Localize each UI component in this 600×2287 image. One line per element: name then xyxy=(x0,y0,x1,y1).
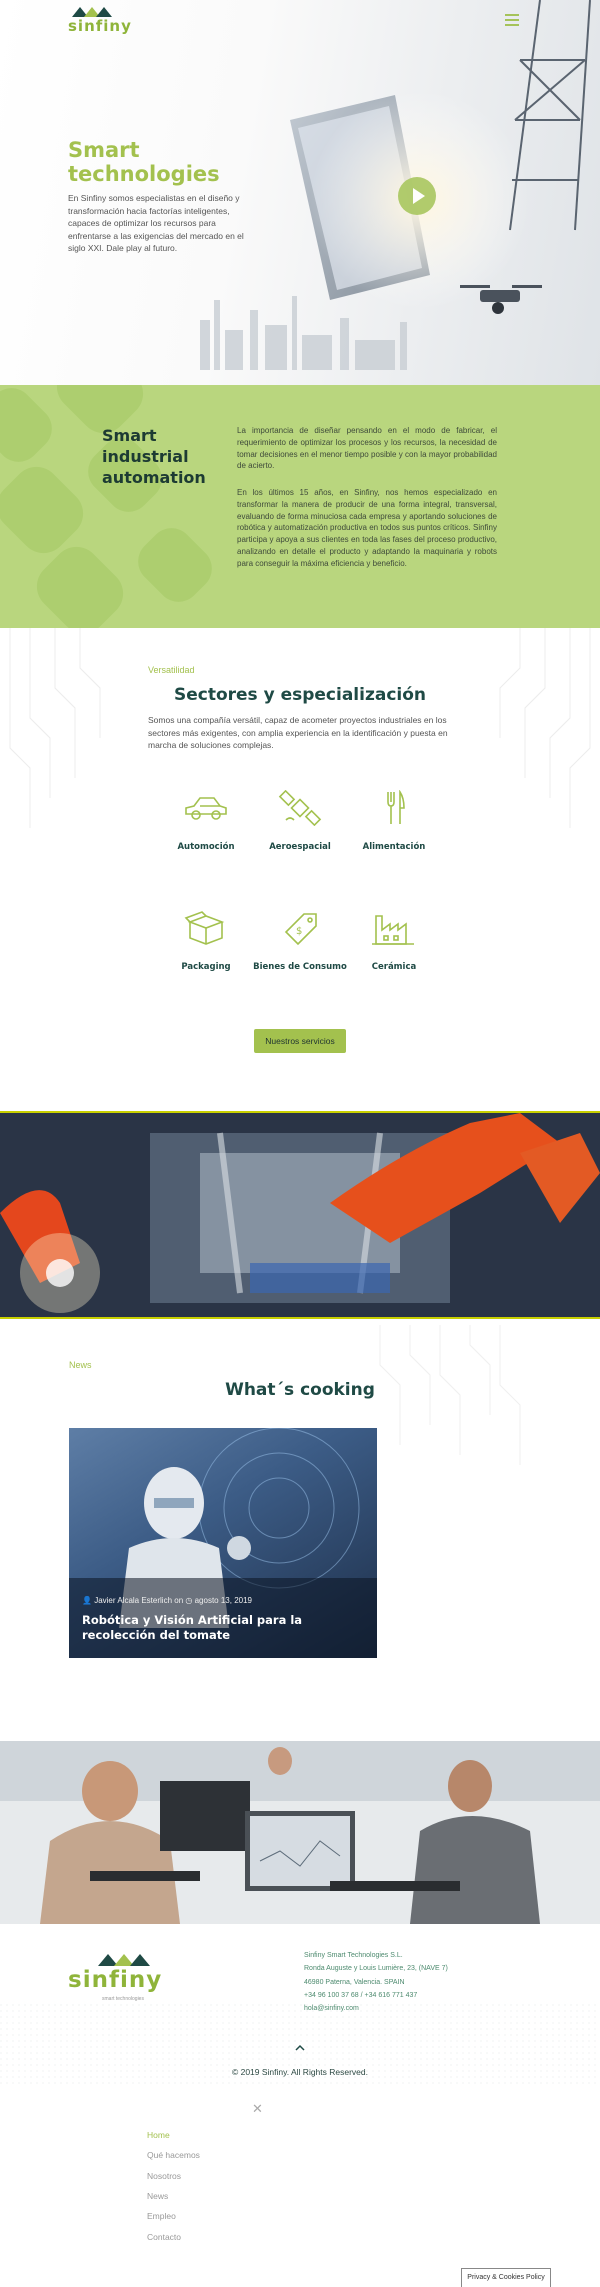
footer-logo-subtitle: smart technologies xyxy=(102,1996,144,2002)
sectors-description: Somos una compañía versátil, capaz de ac… xyxy=(148,715,448,750)
sectors-kicker: Versatilidad xyxy=(148,665,195,675)
sector-bienes-de-consumo[interactable]: $ Bienes de Consumo xyxy=(250,910,350,972)
company-name: Sinfiny Smart Technologies S.L. xyxy=(304,1952,403,1959)
menu-item-home[interactable]: Home xyxy=(147,2130,170,2140)
sectors-title: Sectores y especialización xyxy=(173,685,427,705)
news-card[interactable]: 👤 Javier Alcala Esterlich on ◷ agosto 13… xyxy=(69,1428,377,1658)
box-icon xyxy=(184,911,225,945)
menu-item-empleo[interactable]: Empleo xyxy=(147,2211,176,2221)
sector-automocion[interactable]: Automoción xyxy=(156,790,256,852)
cutlery-icon xyxy=(387,790,405,824)
menu-hamburger-icon[interactable] xyxy=(505,14,519,26)
sector-label: Aeroespacial xyxy=(269,842,331,852)
office-image xyxy=(0,1741,600,1924)
sector-alimentacion[interactable]: Alimentación xyxy=(344,790,444,852)
city-address: 46980 Paterna, Valencia. SPAIN xyxy=(304,1978,405,1986)
phone-numbers[interactable]: +34 96 100 37 68 / +34 616 771 437 xyxy=(304,1989,448,2002)
automation-title: Smart industrial automation xyxy=(102,426,206,487)
automation-paragraph-1: La importancia de diseñar pensando en el… xyxy=(237,426,497,471)
price-tag-icon: $ xyxy=(284,913,317,946)
news-title: What´s cooking xyxy=(225,1380,375,1400)
sector-label: Cerámica xyxy=(371,962,417,972)
decorative-tiles xyxy=(0,385,212,628)
hero-section: sinfiny Smart technologies En Sinfiny so… xyxy=(0,0,600,385)
footer-logo[interactable]: sinfiny smart technologies xyxy=(68,1952,178,2002)
sector-label: Automoción xyxy=(177,842,235,852)
news-meta: 👤 Javier Alcala Esterlich on ◷ agosto 13… xyxy=(82,1596,252,1605)
sector-label: Packaging xyxy=(181,962,231,972)
services-button[interactable]: Nuestros servicios xyxy=(254,1029,346,1053)
logo[interactable]: sinfiny xyxy=(68,5,148,35)
hero-title: Smart technologies xyxy=(68,138,220,186)
news-meta-on: on xyxy=(174,1596,184,1605)
scroll-to-top-icon[interactable] xyxy=(295,2044,305,2051)
menu-item-news[interactable]: News xyxy=(147,2191,168,2201)
sector-ceramica[interactable]: Cerámica xyxy=(344,910,444,972)
sector-aeroespacial[interactable]: Aeroespacial xyxy=(250,790,350,852)
footer-address: Sinfiny Smart Technologies S.L. Ronda Au… xyxy=(304,1949,448,2015)
logo-mark-icon xyxy=(72,7,112,17)
sector-label: Bienes de Consumo xyxy=(253,962,347,972)
email-link[interactable]: hola@sinfiny.com xyxy=(304,2002,448,2015)
news-date: agosto 13, 2019 xyxy=(194,1596,252,1605)
news-card-title[interactable]: Robótica y Visión Artificial para la rec… xyxy=(82,1613,372,1643)
sector-label: Alimentación xyxy=(362,842,426,852)
author-icon: 👤 xyxy=(82,1596,92,1605)
copyright: © 2019 Sinfiny. All Rights Reserved. xyxy=(231,2067,369,2077)
robot-arms-illustration xyxy=(0,1113,600,1317)
play-video-button[interactable] xyxy=(398,177,436,215)
svg-text:$: $ xyxy=(296,926,302,937)
hero-description: En Sinfiny somos especialistas en el dis… xyxy=(68,193,244,253)
footer-logo-text: sinfiny xyxy=(68,1967,163,1993)
cookie-policy-button[interactable]: Privacy & Cookies Policy xyxy=(461,2268,551,2287)
satellite-icon xyxy=(278,790,322,826)
logo-text: sinfiny xyxy=(68,17,132,35)
factory-icon xyxy=(372,915,414,945)
menu-item-que-hacemos[interactable]: Qué hacemos xyxy=(147,2150,200,2160)
menu-item-contacto[interactable]: Contacto xyxy=(147,2232,181,2242)
logo-mark-icon xyxy=(98,1954,150,1966)
street-address: Ronda Auguste y Louis Lumière, 23, (NAVE… xyxy=(304,1965,448,1973)
clock-icon: ◷ xyxy=(185,1596,193,1605)
automation-paragraph-2: En los últimos 15 años, en Sinfiny, nos … xyxy=(237,488,497,568)
car-icon xyxy=(185,797,227,820)
sector-packaging[interactable]: Packaging xyxy=(156,910,256,972)
menu-item-nosotros[interactable]: Nosotros xyxy=(147,2171,181,2181)
news-kicker: News xyxy=(69,1360,92,1370)
news-author[interactable]: Javier Alcala Esterlich xyxy=(94,1596,172,1605)
office-illustration xyxy=(0,1741,600,1924)
close-icon[interactable]: ✕ xyxy=(252,2101,263,2117)
industrial-robots-image xyxy=(0,1111,600,1319)
